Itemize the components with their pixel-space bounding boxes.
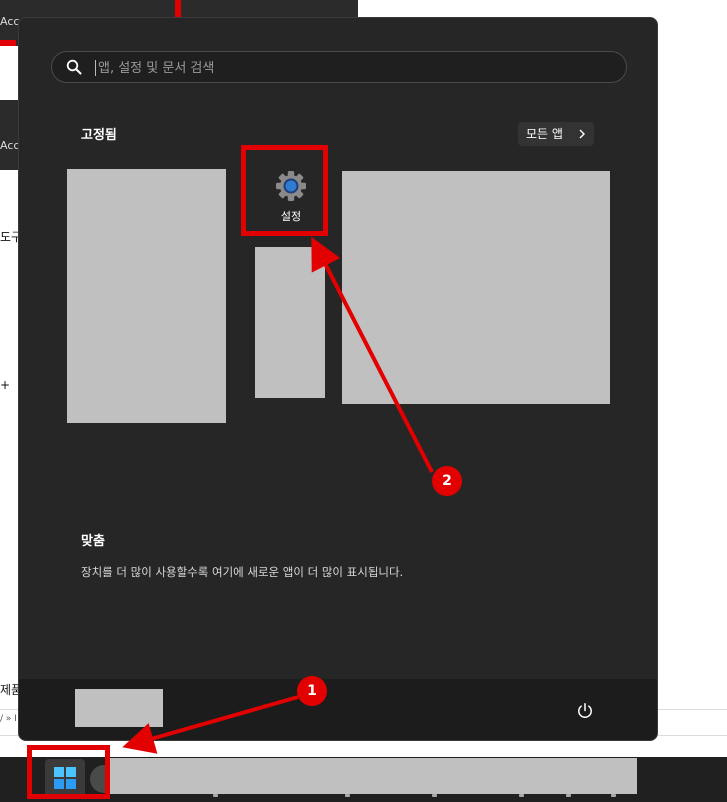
start-menu-footer <box>19 679 657 740</box>
start-search-box[interactable] <box>51 51 627 83</box>
step-badge-1: 1 <box>297 676 327 706</box>
taskbar-running-indicator <box>345 794 350 797</box>
background-text: + <box>0 378 11 392</box>
all-apps-button[interactable]: 모든 앱 <box>518 122 594 146</box>
start-menu: 고정됨 모든 앱 설정 맞춤 장치를 더 많이 사용할수 <box>18 17 658 741</box>
power-icon[interactable] <box>576 702 594 720</box>
taskbar-running-indicator <box>519 794 524 797</box>
recommended-section-title: 맞춤 <box>81 534 105 549</box>
taskbar-running-indicator <box>432 794 437 797</box>
pinned-section-title: 고정됨 <box>81 128 117 143</box>
redacted-taskbar-apps <box>106 758 637 794</box>
redacted-user-account[interactable] <box>75 689 163 727</box>
taskbar-running-indicator <box>611 794 616 797</box>
background-breadcrumb: / » I <box>0 714 17 724</box>
background-annotation-mark <box>0 40 16 46</box>
highlight-box-settings <box>241 145 328 236</box>
all-apps-label: 모든 앱 <box>526 127 563 141</box>
redacted-pinned-apps <box>255 247 325 398</box>
taskbar-running-indicator <box>566 794 571 797</box>
recommended-description: 장치를 더 많이 사용할수록 여기에 새로운 앱이 더 많이 표시됩니다. <box>81 565 404 579</box>
taskbar-running-indicator <box>213 794 218 797</box>
redacted-pinned-apps <box>67 169 226 423</box>
step-badge-2: 2 <box>432 466 462 496</box>
chevron-right-icon <box>579 129 585 139</box>
background-annotation-mark <box>175 0 181 17</box>
search-input[interactable] <box>96 57 600 79</box>
redacted-pinned-apps <box>342 171 610 404</box>
highlight-box-start-button <box>27 745 110 799</box>
search-icon <box>66 59 82 75</box>
